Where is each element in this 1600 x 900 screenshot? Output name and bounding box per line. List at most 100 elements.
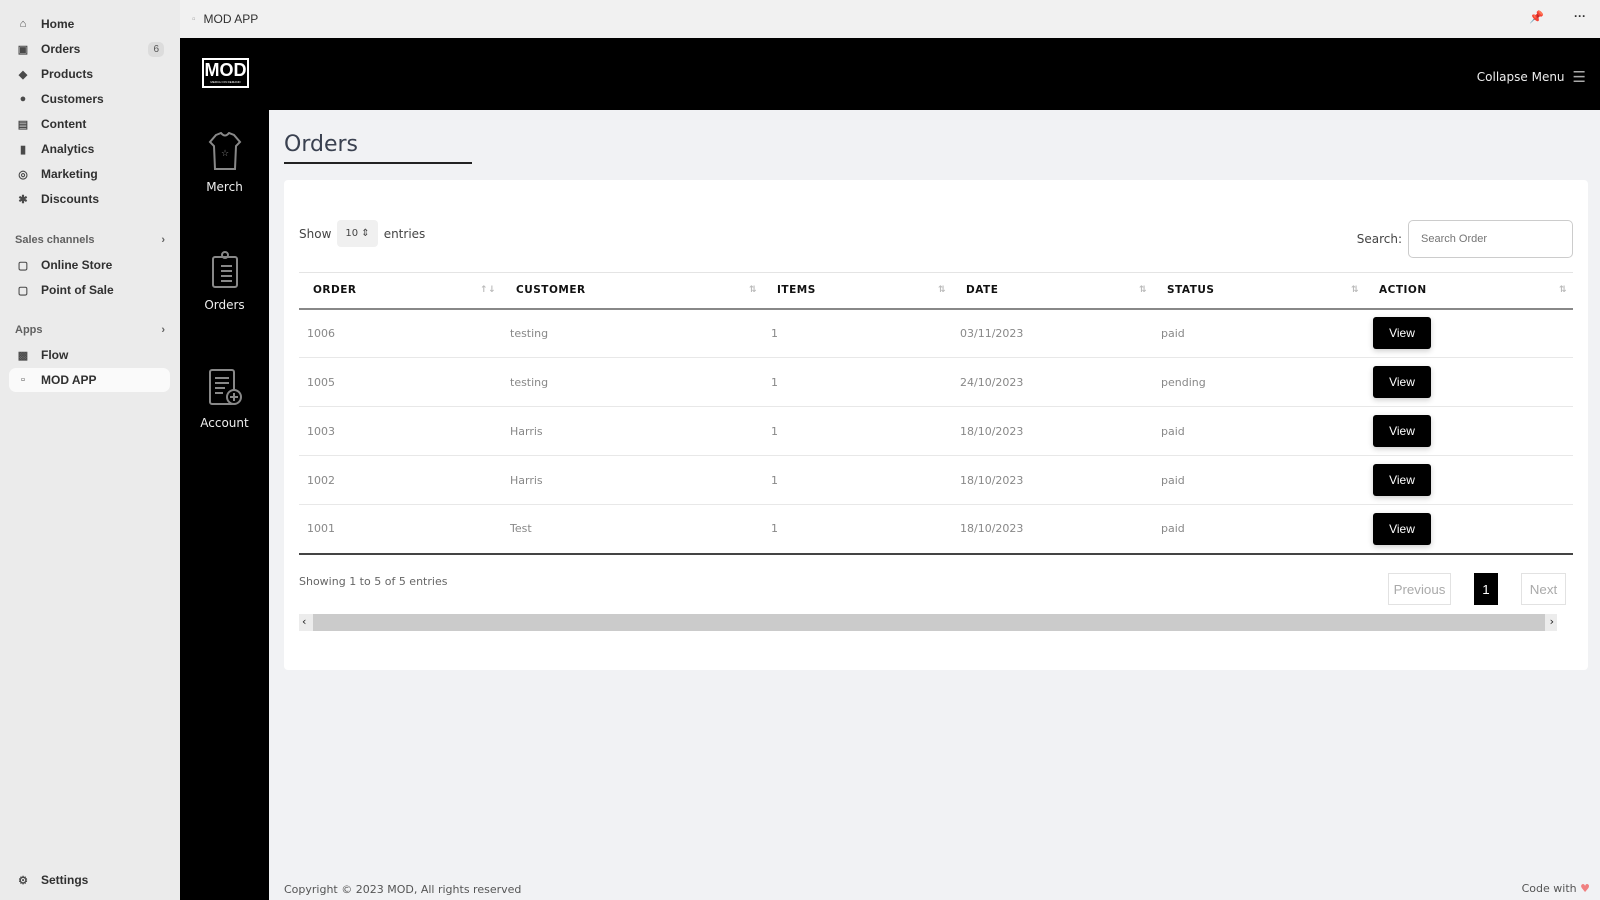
svg-text:☆: ☆ [220, 149, 228, 159]
nav-merch[interactable]: ☆ Merch [180, 132, 269, 194]
cell-action: View [1365, 357, 1573, 407]
column-header-action[interactable]: ACTION ⇅ [1365, 272, 1573, 310]
sidebar-item-home[interactable]: ⌂ Home [9, 12, 170, 36]
app-left-nav: ☆ Merch Orders Account [180, 110, 269, 900]
entries-select[interactable]: 10 ⇕ [337, 220, 378, 247]
orders-card: Show 10 ⇕ entries Search: ORDER↑↓CUSTOME… [284, 180, 1588, 670]
cell-customer: testing [502, 308, 763, 358]
sort-icon: ⇅ [1350, 285, 1359, 295]
next-button[interactable]: Next [1521, 573, 1566, 605]
hamburger-icon: ☰ [1572, 68, 1586, 86]
cell-status: paid [1153, 455, 1365, 505]
clipboard-add-icon [208, 369, 242, 405]
cell-items: 1 [763, 406, 952, 456]
cell-date: 18/10/2023 [952, 406, 1153, 456]
sidebar-item-marketing[interactable]: ◎ Marketing [9, 162, 170, 186]
table-row: 1003 Harris 1 18/10/2023 paid View [299, 406, 1573, 456]
sidebar-item-settings[interactable]: ⚙ Settings [9, 868, 170, 892]
page-title: Orders [284, 132, 358, 157]
view-order-button[interactable]: View [1373, 512, 1431, 545]
sidebar-item-mod-app[interactable]: ▫ MOD APP [9, 368, 170, 392]
inbox-icon: ▣ [17, 43, 29, 56]
sidebar-item-content[interactable]: ▤ Content [9, 112, 170, 136]
page-title-wrap: Orders [284, 132, 358, 157]
discount-icon: ✱ [18, 193, 28, 206]
table-row: 1006 testing 1 03/11/2023 paid View [299, 308, 1573, 358]
cell-order: 1001 [299, 504, 502, 555]
scrollbar-thumb[interactable] [313, 614, 1545, 631]
app-titlebar: ▫ MOD APP 📌 ··· [180, 0, 1600, 38]
nav-account[interactable]: Account [180, 366, 269, 430]
tshirt-icon: ☆ [208, 132, 241, 170]
sales-channels-header[interactable]: Sales channels › [15, 234, 165, 246]
cell-status: paid [1153, 308, 1365, 358]
person-icon: ● [19, 93, 27, 105]
cell-date: 18/10/2023 [952, 504, 1153, 555]
cell-status: pending [1153, 357, 1365, 407]
sidebar-item-customers[interactable]: ● Customers [9, 87, 170, 111]
cell-date: 18/10/2023 [952, 455, 1153, 505]
cell-items: 1 [763, 504, 952, 555]
target-icon: ◎ [18, 168, 28, 181]
more-icon[interactable]: ··· [1574, 9, 1586, 23]
table-row: 1001 Test 1 18/10/2023 paid View [299, 504, 1573, 555]
sidebar-item-flow[interactable]: ▩ Flow [9, 343, 170, 367]
sort-icon: ⇅ [748, 285, 757, 295]
sidebar-item-products[interactable]: ◆ Products [9, 62, 170, 86]
apps-header[interactable]: Apps › [15, 324, 165, 336]
heart-icon: ♥ [1580, 882, 1590, 895]
flow-icon: ▩ [17, 349, 29, 362]
sidebar-item-point-of-sale[interactable]: ▢ Point of Sale [9, 278, 170, 302]
cell-status: paid [1153, 504, 1365, 555]
cell-items: 1 [763, 308, 952, 358]
sidebar-item-online-store[interactable]: ▢ Online Store [9, 253, 170, 277]
column-header-status[interactable]: STATUS ⇅ [1153, 272, 1365, 310]
title-underline [284, 162, 472, 164]
cell-order: 1006 [299, 308, 502, 358]
app-icon: ▫ [192, 13, 196, 25]
orders-table: ORDER ↑↓ CUSTOMER ⇅ ITEMS ⇅ DATE ⇅ STATUS ⇅ ACTION… [299, 272, 1573, 555]
code-with: Code with ♥ [1521, 882, 1590, 895]
cell-order: 1005 [299, 357, 502, 407]
column-header-items[interactable]: ITEMS ⇅ [763, 272, 952, 310]
scroll-left-icon[interactable]: ‹ [302, 615, 306, 628]
column-header-customer[interactable]: CUSTOMER ⇅ [502, 272, 763, 310]
scroll-right-icon[interactable]: › [1550, 615, 1554, 628]
cell-date: 03/11/2023 [952, 308, 1153, 358]
chevron-right-icon: › [161, 324, 165, 336]
sidebar-item-orders[interactable]: ▣ Orders 6 [9, 37, 170, 61]
page-1-button[interactable]: 1 [1474, 573, 1498, 605]
sidebar-item-discounts[interactable]: ✱ Discounts [9, 187, 170, 211]
sort-icon: ↑↓ [479, 285, 496, 295]
bar-chart-icon: ▮ [19, 143, 27, 156]
search-input[interactable] [1408, 220, 1573, 258]
cell-customer: Harris [502, 406, 763, 456]
pin-icon[interactable]: 📌 [1529, 10, 1544, 24]
mod-logo[interactable]: MOD MERCH ON DEMAND [202, 58, 249, 88]
column-header-date[interactable]: DATE ⇅ [952, 272, 1153, 310]
table-row: 1002 Harris 1 18/10/2023 paid View [299, 455, 1573, 505]
cell-order: 1003 [299, 406, 502, 456]
online-store-icon: ▢ [17, 259, 29, 272]
entries-info: Showing 1 to 5 of 5 entries [299, 575, 448, 588]
view-order-button[interactable]: View [1373, 317, 1431, 350]
nav-orders[interactable]: Orders [180, 250, 269, 312]
horizontal-scrollbar[interactable]: ‹ › [299, 614, 1557, 631]
view-order-button[interactable]: View [1373, 415, 1431, 447]
app-title: MOD APP [203, 12, 259, 26]
view-order-button[interactable]: View [1373, 464, 1431, 496]
column-header-order[interactable]: ORDER ↑↓ [299, 272, 502, 310]
sort-icon: ⇅ [1138, 285, 1147, 295]
cell-action: View [1365, 504, 1573, 555]
collapse-menu-button[interactable]: Collapse Menu ☰ [1477, 68, 1586, 86]
cell-customer: Harris [502, 455, 763, 505]
gear-icon: ⚙ [18, 874, 28, 887]
copyright: Copyright © 2023 MOD, All rights reserve… [284, 883, 522, 896]
view-order-button[interactable]: View [1373, 366, 1431, 398]
previous-button[interactable]: Previous [1388, 573, 1451, 605]
tag-icon: ◆ [18, 68, 28, 81]
sidebar-item-analytics[interactable]: ▮ Analytics [9, 137, 170, 161]
cell-status: paid [1153, 406, 1365, 456]
admin-sidebar: ⌂ Home ▣ Orders 6 ◆ Products ● Customers ▤ Content… [0, 0, 180, 900]
cell-action: View [1365, 308, 1573, 358]
